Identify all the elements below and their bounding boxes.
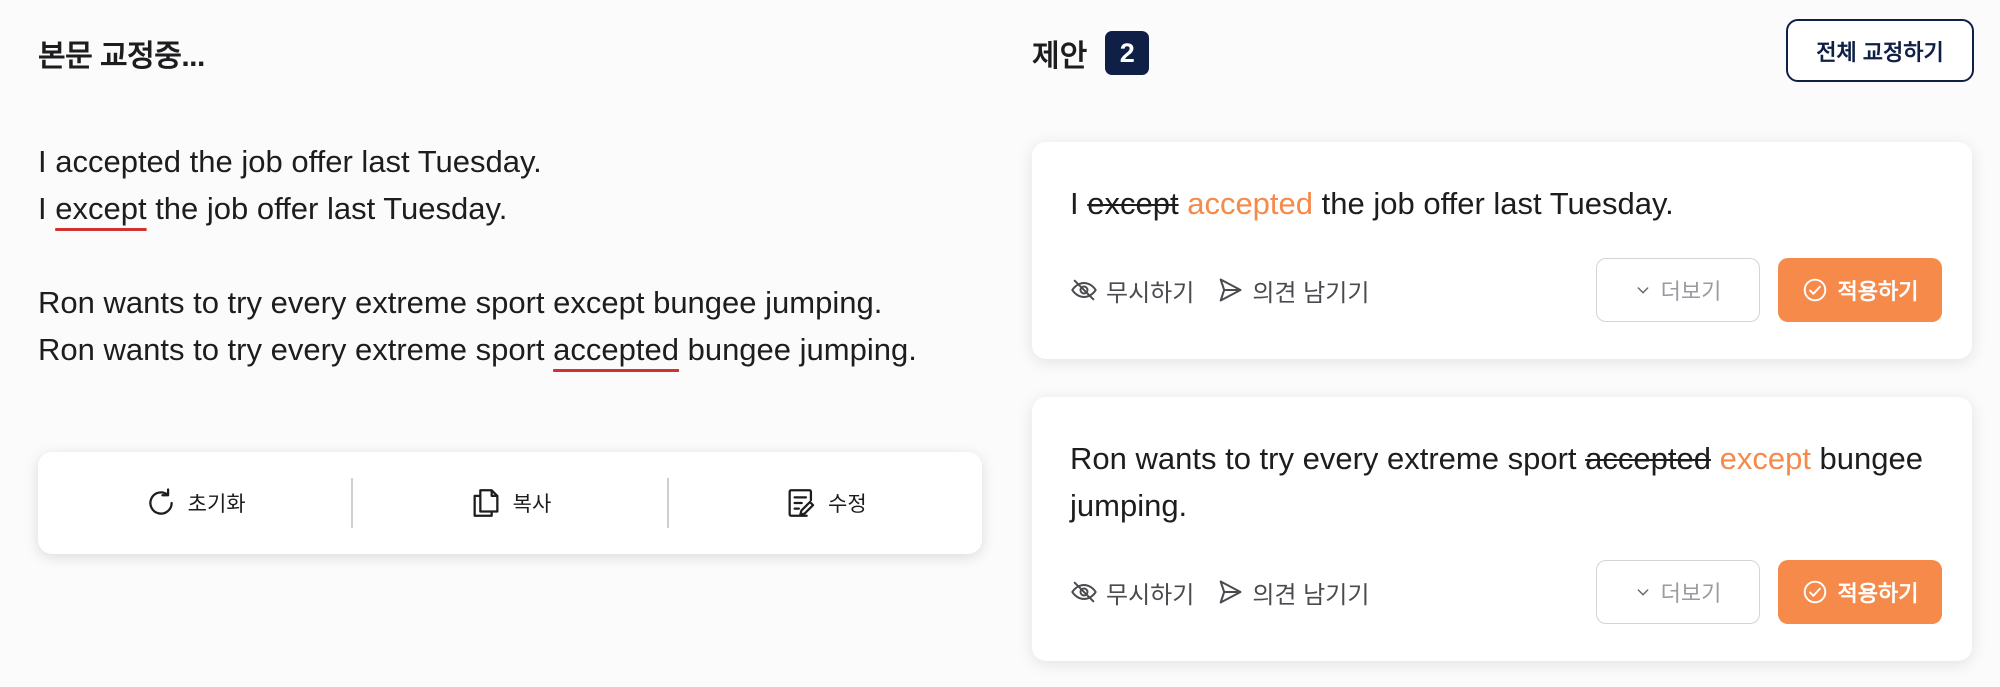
- reset-icon: [148, 488, 173, 515]
- text-fragment: I: [38, 191, 56, 226]
- deleted-word: accepted: [1585, 441, 1711, 476]
- text-line: Ron wants to try every extreme sport acc…: [38, 326, 917, 373]
- proofreader-page: 본문 교정중... I accepted the job offer last …: [0, 0, 2000, 687]
- send-icon: [1220, 580, 1242, 604]
- apply-label: 적용하기: [1837, 581, 1919, 606]
- edit-button[interactable]: 수정: [669, 452, 982, 554]
- text-fragment: I: [1070, 186, 1088, 221]
- more-label: 더보기: [1660, 279, 1722, 304]
- deleted-word: except: [1087, 186, 1179, 221]
- inserted-word: except: [1719, 441, 1811, 476]
- ignore-label: 무시하기: [1106, 279, 1195, 307]
- eye-off-icon: [1071, 279, 1097, 301]
- paragraph: Ron wants to try every extreme sport exc…: [38, 279, 917, 373]
- reset-label: 초기화: [187, 493, 246, 516]
- ignore-label: 무시하기: [1106, 581, 1195, 609]
- text-line: I accepted the job offer last Tuesday.: [38, 144, 542, 179]
- suggestions-header: 제안 2: [1032, 31, 1150, 75]
- suggestion-actions: 무시하기 의견 남기기 더보기 적용하기: [1070, 258, 1942, 322]
- suggestion-card: I except accepted the job offer last Tue…: [1032, 142, 1972, 359]
- feedback-label: 의견 남기기: [1252, 279, 1370, 307]
- feedback-label: 의견 남기기: [1252, 581, 1370, 609]
- error-word[interactable]: accepted: [553, 332, 679, 367]
- document-text[interactable]: I accepted the job offer last Tuesday. I…: [38, 138, 917, 373]
- send-icon: [1220, 278, 1242, 302]
- ignore-button[interactable]: 무시하기: [1070, 575, 1194, 610]
- suggestion-card: Ron wants to try every extreme sport acc…: [1032, 397, 1972, 661]
- feedback-button[interactable]: 의견 남기기: [1216, 273, 1369, 308]
- text-fragment: bungee jumping.: [678, 332, 917, 367]
- text-line: Ron wants to try every extreme sport exc…: [38, 285, 883, 320]
- apply-button[interactable]: 적용하기: [1778, 560, 1942, 624]
- suggestion-count-badge: 2: [1105, 31, 1150, 75]
- check-circle-icon: [1803, 278, 1826, 302]
- reset-button[interactable]: 초기화: [38, 452, 351, 554]
- ignore-button[interactable]: 무시하기: [1070, 273, 1194, 308]
- more-button[interactable]: 더보기: [1596, 258, 1760, 322]
- more-button[interactable]: 더보기: [1596, 560, 1760, 624]
- feedback-button[interactable]: 의견 남기기: [1216, 575, 1369, 610]
- suggestion-actions: 무시하기 의견 남기기 더보기 적용하기: [1070, 560, 1942, 624]
- chevron-down-icon: [1637, 287, 1649, 294]
- error-word[interactable]: except: [55, 191, 146, 226]
- text-line: I except the job offer last Tuesday.: [38, 185, 917, 232]
- inserted-word: accepted: [1187, 186, 1314, 221]
- editor-toolbar: 초기화 복사 수정: [38, 452, 982, 554]
- editor-title: 본문 교정중...: [38, 40, 205, 73]
- check-circle-icon: [1803, 580, 1826, 604]
- apply-label: 적용하기: [1837, 279, 1919, 304]
- edit-label: 수정: [828, 493, 867, 516]
- text-fragment: the job offer last Tuesday.: [146, 191, 508, 226]
- paragraph: I accepted the job offer last Tuesday. I…: [38, 138, 917, 232]
- copy-label: 복사: [512, 493, 552, 516]
- suggestions-title: 제안: [1032, 40, 1088, 73]
- chevron-down-icon: [1637, 589, 1649, 596]
- copy-icon: [473, 489, 499, 517]
- copy-button[interactable]: 복사: [353, 452, 666, 554]
- apply-button[interactable]: 적용하기: [1778, 258, 1942, 322]
- edit-icon: [788, 489, 815, 517]
- more-label: 더보기: [1660, 581, 1722, 606]
- eye-off-icon: [1071, 581, 1097, 603]
- fix-all-button[interactable]: 전체 교정하기: [1786, 19, 1974, 82]
- suggestion-sentence: I except accepted the job offer last Tue…: [1070, 180, 1932, 227]
- text-fragment: Ron wants to try every extreme sport: [1070, 441, 1586, 476]
- suggestion-sentence: Ron wants to try every extreme sport acc…: [1070, 435, 1932, 529]
- text-fragment: Ron wants to try every extreme sport: [38, 332, 554, 367]
- text-fragment: the job offer last Tuesday.: [1313, 186, 1674, 221]
